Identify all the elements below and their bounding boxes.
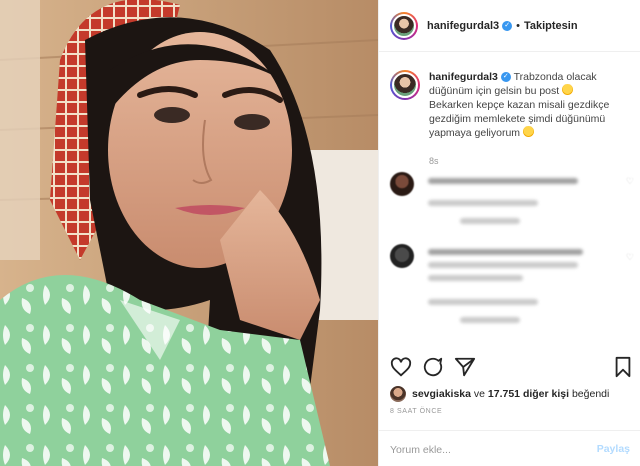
likes-count[interactable]: 17.751 diğer kişi [488, 388, 569, 400]
separator-dot: • [516, 19, 520, 32]
post-timestamp[interactable]: 8 SAAT ÖNCE [390, 408, 442, 415]
heart-icon[interactable] [390, 356, 412, 378]
comment-text-blurred [428, 178, 578, 184]
likes-suffix: beğendi [569, 388, 610, 400]
comment-text-blurred [428, 249, 583, 255]
comment-like-icon[interactable]: ♡ [626, 252, 634, 263]
comment-box: Paylaş [379, 430, 640, 466]
post-sidebar: hanifegurdal3 ✓ • Takiptesin hanifegurda… [378, 0, 640, 466]
comment-like-icon[interactable]: ♡ [626, 176, 634, 187]
comment-text-blurred [428, 262, 578, 268]
post-photo-image [0, 0, 378, 466]
comment-avatar[interactable] [390, 244, 414, 268]
avatar[interactable] [390, 11, 418, 40]
comment-meta-blurred [428, 299, 538, 305]
comment-item: ♡ [390, 172, 634, 232]
post-caption: hanifegurdal3 ✓ Trabzonda olacak düğünüm … [390, 70, 634, 140]
verified-icon: ✓ [500, 72, 511, 83]
action-bar [390, 356, 634, 380]
post-photo[interactable] [0, 0, 378, 466]
heart-eyes-emoji-icon [562, 84, 574, 95]
bookmark-icon[interactable] [612, 356, 634, 378]
caption-line-2: Bekarken kepçe kazan misali gezdikçe gez… [429, 99, 610, 139]
likes-joiner: ve [470, 388, 488, 400]
comment-item: ♡ [390, 244, 634, 328]
instagram-post: hanifegurdal3 ✓ • Takiptesin hanifegurda… [0, 0, 640, 466]
comment-text-blurred [428, 275, 523, 281]
comment-replies-blurred[interactable] [460, 218, 520, 224]
comment-meta-blurred [428, 200, 538, 206]
comment-icon[interactable] [422, 356, 444, 378]
post-header: hanifegurdal3 ✓ • Takiptesin [379, 0, 640, 52]
liker-avatar[interactable] [390, 386, 406, 402]
likes-summary: sevgiakiska ve 17.751 diğer kişi beğendi [390, 386, 609, 402]
share-icon[interactable] [454, 356, 476, 378]
comment-replies-blurred[interactable] [460, 317, 520, 323]
header-username[interactable]: hanifegurdal3 [427, 20, 499, 32]
heart-eyes-emoji-icon [522, 126, 534, 137]
post-comment-button[interactable]: Paylaş [597, 443, 630, 455]
caption-time[interactable]: 8s [429, 156, 439, 166]
liker-username[interactable]: sevgiakiska [412, 388, 471, 400]
comment-avatar[interactable] [390, 172, 414, 196]
verified-icon: ✓ [502, 20, 513, 31]
follow-status[interactable]: Takiptesin [524, 20, 578, 32]
caption-avatar[interactable] [390, 70, 420, 100]
caption-text: hanifegurdal3 ✓ Trabzonda olacak düğünüm … [429, 70, 634, 140]
comment-input[interactable] [390, 443, 580, 457]
caption-username[interactable]: hanifegurdal3 [429, 71, 498, 83]
